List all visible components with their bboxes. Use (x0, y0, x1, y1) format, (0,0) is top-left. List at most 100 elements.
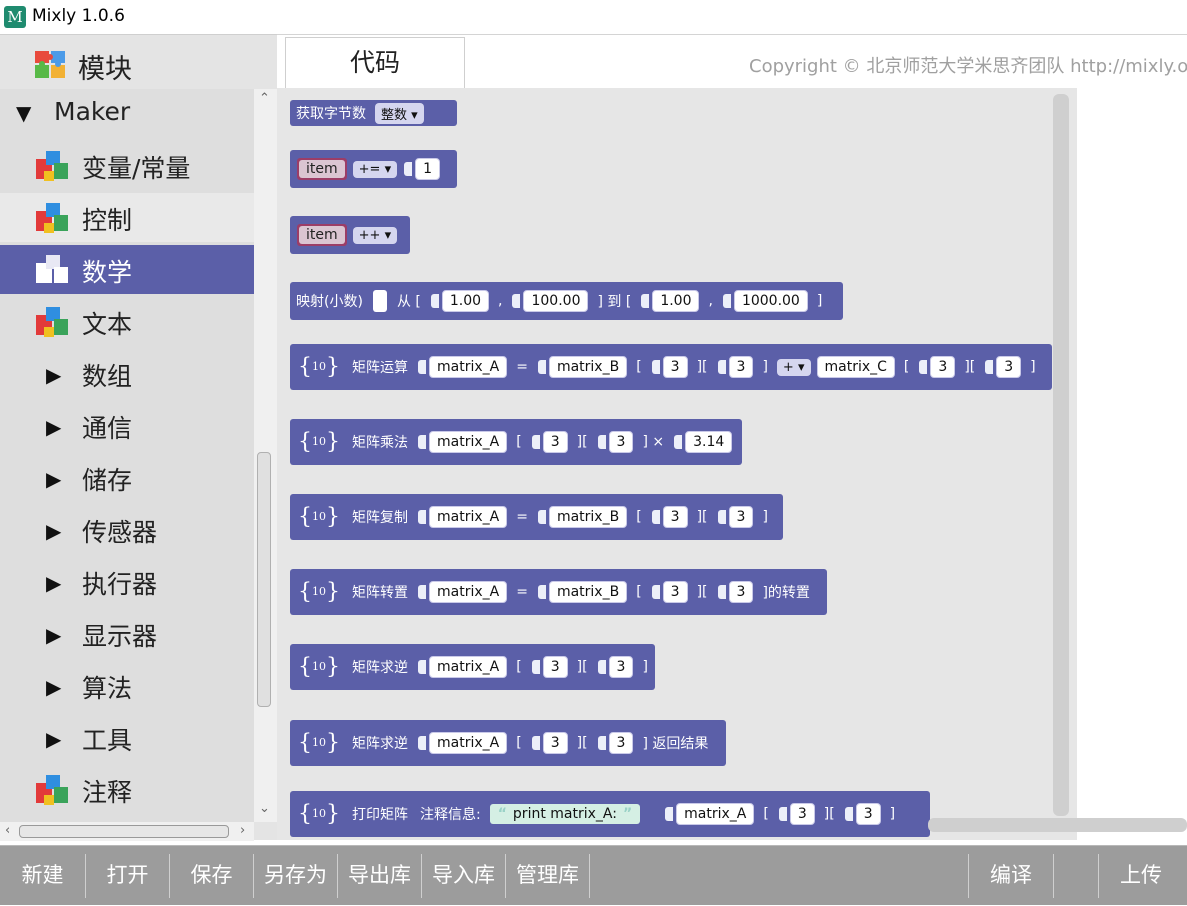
number-field[interactable]: 1 (415, 158, 441, 180)
category-tools[interactable]: ▶ 工具 (0, 713, 254, 762)
expand-arrow-icon: ▶ (46, 623, 62, 647)
matrix-field[interactable]: matrix_B (548, 356, 628, 378)
category-variables[interactable]: 变量/常量 (0, 141, 254, 190)
variable-field[interactable]: item (297, 224, 347, 246)
category-actuator[interactable]: ▶ 执行器 (0, 557, 254, 606)
block-map-float[interactable]: 映射(小数) 从 [ 1.00 , 100.00 ] 到 [ 1.00 , 10… (290, 282, 843, 320)
block-label: ] (642, 659, 648, 675)
toolbar-divider (589, 854, 590, 898)
expand-arrow-icon: ▶ (46, 675, 62, 699)
matrix-field[interactable]: matrix_C (816, 356, 895, 378)
matrix-icon: {10} (298, 429, 340, 455)
category-algorithm[interactable]: ▶ 算法 (0, 661, 254, 710)
number-field[interactable]: 3 (608, 656, 634, 678)
block-matrix-inverse-return[interactable]: {10} 矩阵求逆 matrix_A [ 3 ][ 3 ] 返回结果 (290, 720, 726, 766)
input-notch (651, 510, 660, 524)
block-print-matrix[interactable]: {10} 打印矩阵 注释信息: “ print matrix_A: ” matrix… (290, 791, 930, 837)
import-library-button[interactable]: 导入库 (422, 846, 505, 906)
number-field[interactable]: 3 (996, 356, 1022, 378)
number-field[interactable]: 3 (608, 431, 634, 453)
block-get-byte-count[interactable]: 获取字节数 整数 ▾ (290, 100, 457, 126)
number-field[interactable]: 3 (728, 506, 754, 528)
block-matrix-inverse[interactable]: {10} 矩阵求逆 matrix_A [ 3 ][ 3 ] (290, 644, 655, 690)
block-label: [ (636, 359, 642, 375)
category-storage[interactable]: ▶ 储存 (0, 453, 254, 502)
save-button[interactable]: 保存 (170, 846, 253, 906)
category-sensor[interactable]: ▶ 传感器 (0, 505, 254, 554)
type-dropdown[interactable]: 整数 ▾ (375, 102, 424, 124)
matrix-field[interactable]: matrix_A (429, 356, 508, 378)
matrix-field[interactable]: matrix_B (548, 506, 628, 528)
save-as-button[interactable]: 另存为 (254, 846, 337, 906)
matrix-field[interactable]: matrix_A (676, 803, 755, 825)
category-comment[interactable]: 注释 (0, 765, 254, 814)
block-item-increment[interactable]: item ++ ▾ (290, 216, 410, 254)
matrix-field[interactable]: matrix_A (429, 506, 508, 528)
matrix-icon: {10} (298, 654, 340, 680)
block-matrix-copy[interactable]: {10} 矩阵复制 matrix_A = matrix_B [ 3 ][ 3 ] (290, 494, 783, 540)
number-field[interactable]: 3 (728, 356, 754, 378)
manage-library-button[interactable]: 管理库 (506, 846, 589, 906)
scroll-down-icon[interactable]: ⌄ (259, 801, 270, 816)
new-button[interactable]: 新建 (0, 846, 85, 906)
number-field[interactable]: 3 (662, 581, 688, 603)
category-root-maker[interactable]: ▼ Maker (0, 89, 254, 138)
matrix-field[interactable]: matrix_A (429, 431, 508, 453)
matrix-field[interactable]: matrix_A (429, 732, 508, 754)
operator-dropdown[interactable]: ++ ▾ (352, 226, 398, 244)
category-array[interactable]: ▶ 数组 (0, 349, 254, 398)
category-display[interactable]: ▶ 显示器 (0, 609, 254, 658)
category-control[interactable]: 控制 (0, 193, 254, 242)
scrollbar-thumb[interactable] (257, 452, 271, 707)
scroll-up-icon[interactable]: ⌃ (259, 91, 270, 106)
number-field[interactable]: 3 (855, 803, 881, 825)
upload-button[interactable]: 上传 (1099, 846, 1183, 906)
variable-field[interactable]: item (297, 158, 347, 180)
number-field[interactable]: 3 (608, 732, 634, 754)
compile-button[interactable]: 编译 (969, 846, 1053, 906)
workspace-vertical-scrollbar[interactable] (1053, 94, 1069, 816)
blocks-workspace[interactable]: 获取字节数 整数 ▾ item += ▾ 1 item ++ ▾ 映射(小数) … (277, 88, 1077, 840)
number-field[interactable]: 3 (930, 356, 956, 378)
string-field[interactable]: “ print matrix_A: ” (489, 804, 641, 824)
number-field[interactable]: 3 (542, 431, 568, 453)
scroll-left-icon[interactable]: ‹ (5, 823, 10, 838)
export-library-button[interactable]: 导出库 (338, 846, 421, 906)
block-item-plus-equals[interactable]: item += ▾ 1 (290, 150, 457, 188)
number-field[interactable]: 100.00 (523, 290, 589, 312)
matrix-field[interactable]: matrix_A (429, 581, 508, 603)
block-label: ] (762, 359, 768, 375)
sidebar-horizontal-scrollbar[interactable]: ‹ › (0, 822, 254, 841)
scrollbar-thumb[interactable] (19, 825, 229, 838)
block-matrix-operation[interactable]: {10} 矩阵运算 matrix_A = matrix_B [ 3 ][ 3 ]… (290, 344, 1052, 390)
number-field[interactable]: 1.00 (441, 290, 490, 312)
category-list: ▼ Maker 变量/常量 控制 数学 文本 ▶ 数组 ▶ 通信 ▶ 储存 ▶ … (0, 89, 254, 822)
input-notch (717, 510, 726, 524)
number-field[interactable]: 3 (662, 356, 688, 378)
matrix-field[interactable]: matrix_A (429, 656, 508, 678)
workspace-horizontal-scrollbar[interactable] (928, 818, 1187, 832)
category-math[interactable]: 数学 (0, 245, 254, 294)
number-field[interactable]: 3 (728, 581, 754, 603)
tab-code[interactable]: 代码 (285, 37, 465, 89)
number-field[interactable]: 3 (542, 732, 568, 754)
number-field[interactable]: 3 (662, 506, 688, 528)
scroll-right-icon[interactable]: › (240, 823, 245, 838)
number-field[interactable]: 3 (542, 656, 568, 678)
number-field[interactable]: 3 (789, 803, 815, 825)
board-select-button[interactable] (1054, 846, 1098, 906)
block-matrix-transpose[interactable]: {10} 矩阵转置 matrix_A = matrix_B [ 3 ][ 3 ]… (290, 569, 827, 615)
block-matrix-multiply[interactable]: {10} 矩阵乘法 matrix_A [ 3 ][ 3 ] × 3.14 (290, 419, 742, 465)
operator-dropdown[interactable]: + ▾ (776, 358, 811, 376)
empty-input[interactable] (372, 290, 387, 312)
category-text[interactable]: 文本 (0, 297, 254, 346)
matrix-field[interactable]: matrix_B (548, 581, 628, 603)
number-field[interactable]: 1.00 (652, 290, 700, 312)
operator-dropdown[interactable]: += ▾ (352, 160, 398, 178)
sidebar-vertical-scrollbar[interactable]: ⌃ ⌄ (254, 89, 277, 822)
number-field[interactable]: 3.14 (685, 431, 733, 453)
number-field[interactable]: 1000.00 (733, 290, 808, 312)
expand-arrow-icon: ▶ (46, 467, 62, 491)
open-button[interactable]: 打开 (86, 846, 169, 906)
category-communication[interactable]: ▶ 通信 (0, 401, 254, 450)
